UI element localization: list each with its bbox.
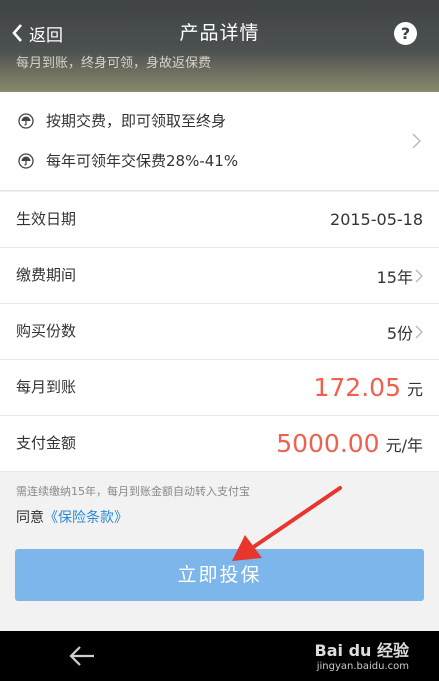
effective-date-value: 2015-05-18 bbox=[330, 210, 423, 229]
help-icon[interactable]: ? bbox=[394, 22, 417, 45]
header-bar: 返回 产品详情 ? 每月到账，终身可领，身故返保费 bbox=[0, 0, 439, 92]
payment-note: 需连续缴纳15年，每月到账金额自动转入支付宝 bbox=[16, 485, 250, 498]
payment-unit: 元/年 bbox=[385, 435, 423, 455]
feature-text: 每年可领年交保费28%-41% bbox=[46, 152, 239, 170]
agreement-line: 同意《保险条款》 bbox=[16, 507, 128, 527]
feature-item: 按期交费，即可领取至终身 bbox=[18, 110, 226, 131]
chevron-right-icon bbox=[415, 268, 423, 283]
row-label: 生效日期 bbox=[16, 210, 77, 228]
watermark-logo: Bai du 经验 bbox=[314, 641, 409, 660]
monthly-row: 每月到账 172.05 元 bbox=[0, 360, 439, 416]
row-label: 支付金额 bbox=[16, 434, 77, 452]
detail-list: 生效日期 2015-05-18 缴费期间 15年 购买份数 5份 每月到账 17… bbox=[0, 192, 439, 472]
monthly-value: 172.05 bbox=[313, 373, 401, 402]
chevron-right-icon bbox=[412, 133, 421, 149]
row-label: 购买份数 bbox=[16, 322, 77, 340]
row-label: 缴费期间 bbox=[16, 266, 77, 284]
payment-period-row[interactable]: 缴费期间 15年 bbox=[0, 248, 439, 304]
quantity-value: 5份 bbox=[386, 323, 413, 343]
payment-amount: 5000.00 元/年 bbox=[276, 416, 423, 471]
feature-text: 按期交费，即可领取至终身 bbox=[46, 112, 227, 130]
payment-row: 支付金额 5000.00 元/年 bbox=[0, 416, 439, 472]
payment-value: 5000.00 bbox=[276, 429, 380, 458]
monthly-amount: 172.05 元 bbox=[314, 360, 424, 415]
quantity-row[interactable]: 购买份数 5份 bbox=[0, 304, 439, 360]
umbrella-icon bbox=[18, 112, 34, 129]
payment-period-value: 15年 bbox=[376, 267, 413, 287]
feature-list[interactable]: 按期交费，即可领取至终身 每年可领年交保费28%-41% bbox=[0, 92, 439, 191]
monthly-unit: 元 bbox=[406, 379, 423, 399]
umbrella-icon bbox=[18, 152, 34, 169]
payment-period-selector[interactable]: 15年 bbox=[377, 248, 423, 303]
watermark-url: jingyan.baidu.com bbox=[316, 661, 409, 672]
arrow-left-icon[interactable] bbox=[68, 644, 96, 668]
chevron-right-icon bbox=[415, 324, 423, 339]
banner-text: 每月到账，终身可领，身故返保费 bbox=[16, 56, 212, 71]
page-title: 产品详情 bbox=[179, 22, 260, 44]
quantity-selector[interactable]: 5份 bbox=[387, 304, 423, 359]
agreement-prefix: 同意 bbox=[16, 510, 44, 526]
effective-date-row: 生效日期 2015-05-18 bbox=[0, 192, 439, 248]
terms-link[interactable]: 《保险条款》 bbox=[44, 510, 128, 526]
feature-item: 每年可领年交保费28%-41% bbox=[18, 150, 238, 171]
submit-button[interactable]: 立即投保 bbox=[15, 549, 424, 601]
row-label: 每月到账 bbox=[16, 378, 77, 396]
